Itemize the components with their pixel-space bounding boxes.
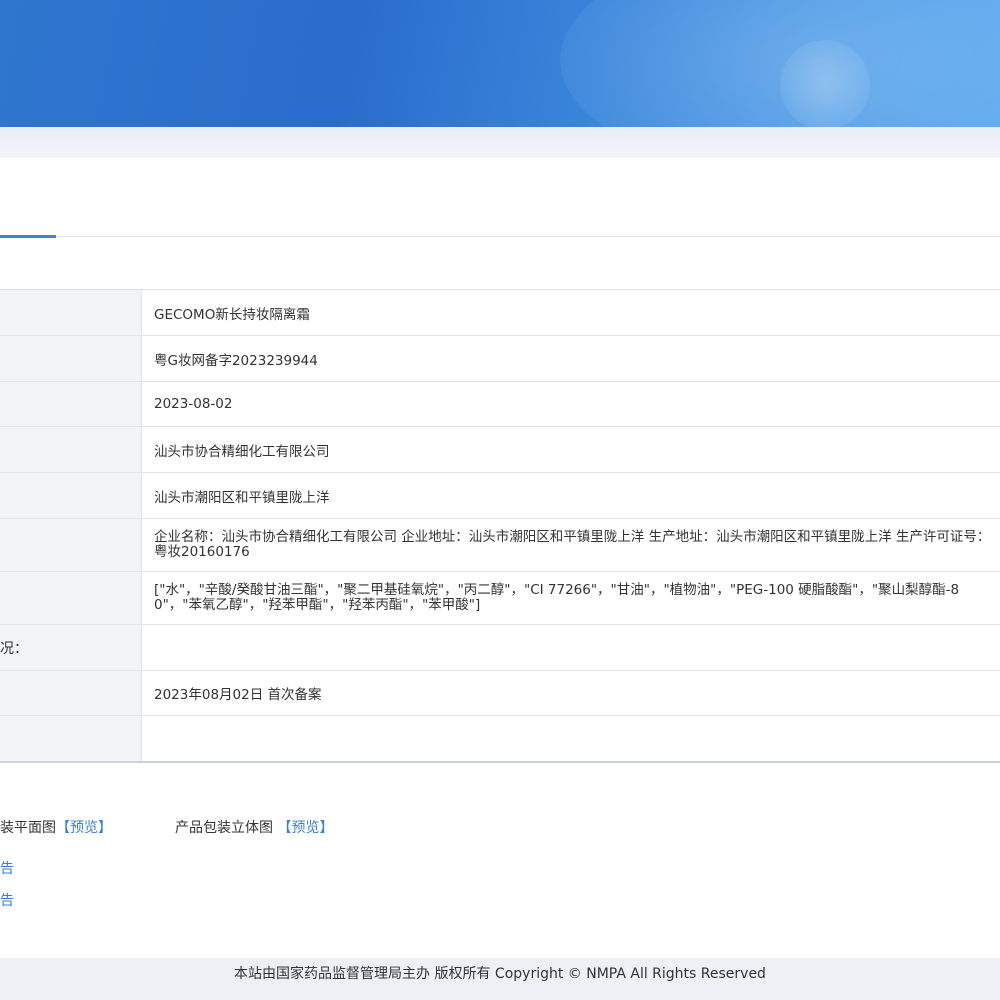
row-label xyxy=(0,519,142,571)
banner-glow-dot xyxy=(780,40,870,127)
table-row: 汕头市潮阳区和平镇里陇上洋 xyxy=(0,473,1000,519)
table-row: 2023年08月02日 首次备案 xyxy=(0,671,1000,716)
table-row: 企业名称：汕头市协合精细化工有限公司 企业地址：汕头市潮阳区和平镇里陇上洋 生产… xyxy=(0,519,1000,572)
table-row: 汕头市协合精细化工有限公司 xyxy=(0,427,1000,473)
row-label xyxy=(0,427,142,472)
row-label xyxy=(0,473,142,518)
row-label xyxy=(0,382,142,426)
attachment-label: 产品包装立体图 xyxy=(175,820,273,836)
filing-date-value: 2023-08-02 xyxy=(154,396,233,412)
active-tab-indicator xyxy=(0,235,56,238)
attachment-label: 装平面图 xyxy=(0,820,56,836)
report-link-2[interactable]: 告 xyxy=(0,890,14,910)
registrant-value: 汕头市协合精细化工有限公司 xyxy=(154,443,330,460)
row-label: 况： xyxy=(0,625,142,670)
filing-history-value: 2023年08月02日 首次备案 xyxy=(154,687,322,703)
preview-link[interactable]: 【预览】 xyxy=(56,820,112,836)
row-label xyxy=(0,572,142,624)
manufacturer-info-value: 企业名称：汕头市协合精细化工有限公司 企业地址：汕头市潮阳区和平镇里陇上洋 生产… xyxy=(142,519,1000,571)
table-row: 况： xyxy=(0,625,1000,671)
manufacturer-info-text: 企业名称：汕头市协合精细化工有限公司 企业地址：汕头市潮阳区和平镇里陇上洋 生产… xyxy=(154,529,991,560)
filing-number-value: 粤G妆网备字2023239944 xyxy=(154,352,318,369)
row-label xyxy=(0,716,142,761)
row-label xyxy=(0,290,142,335)
footer-copyright: 本站由国家药品监督管理局主办 版权所有 Copyright © NMPA All… xyxy=(234,966,766,982)
preview-link[interactable]: 【预览】 xyxy=(277,820,333,836)
row-label xyxy=(0,671,142,715)
empty-value xyxy=(142,716,1000,761)
banner-glow xyxy=(560,0,1000,127)
table-row: 粤G妆网备字2023239944 xyxy=(0,336,1000,382)
report-link-1[interactable]: 告 xyxy=(0,858,14,878)
registrant-address-value: 汕头市潮阳区和平镇里陇上洋 xyxy=(154,489,330,506)
product-name-value: GECOMO新长持妆隔离霜 xyxy=(154,306,310,323)
attachment-3d-image: 产品包装立体图 【预览】 xyxy=(175,817,333,837)
banner-shadow xyxy=(0,127,1000,159)
table-row: ["水"，"辛酸/癸酸甘油三酯"，"聚二甲基硅氧烷"，"丙二醇"，"CI 772… xyxy=(0,572,1000,625)
tab-strip xyxy=(0,236,1000,237)
attachment-flat-image: 装平面图【预览】 xyxy=(0,817,112,837)
detail-table: GECOMO新长持妆隔离霜 粤G妆网备字2023239944 2023-08-0… xyxy=(0,289,1000,763)
row-label xyxy=(0,336,142,381)
ingredients-value: ["水"，"辛酸/癸酸甘油三酯"，"聚二甲基硅氧烷"，"丙二醇"，"CI 772… xyxy=(142,572,1000,624)
status-value xyxy=(142,625,1000,670)
header-banner xyxy=(0,0,1000,127)
footer: 本站由国家药品监督管理局主办 版权所有 Copyright © NMPA All… xyxy=(0,958,1000,1000)
ingredients-text: ["水"，"辛酸/癸酸甘油三酯"，"聚二甲基硅氧烷"，"丙二醇"，"CI 772… xyxy=(154,582,960,613)
table-row: GECOMO新长持妆隔离霜 xyxy=(0,290,1000,336)
table-row: 2023-08-02 xyxy=(0,382,1000,427)
table-row xyxy=(0,716,1000,761)
